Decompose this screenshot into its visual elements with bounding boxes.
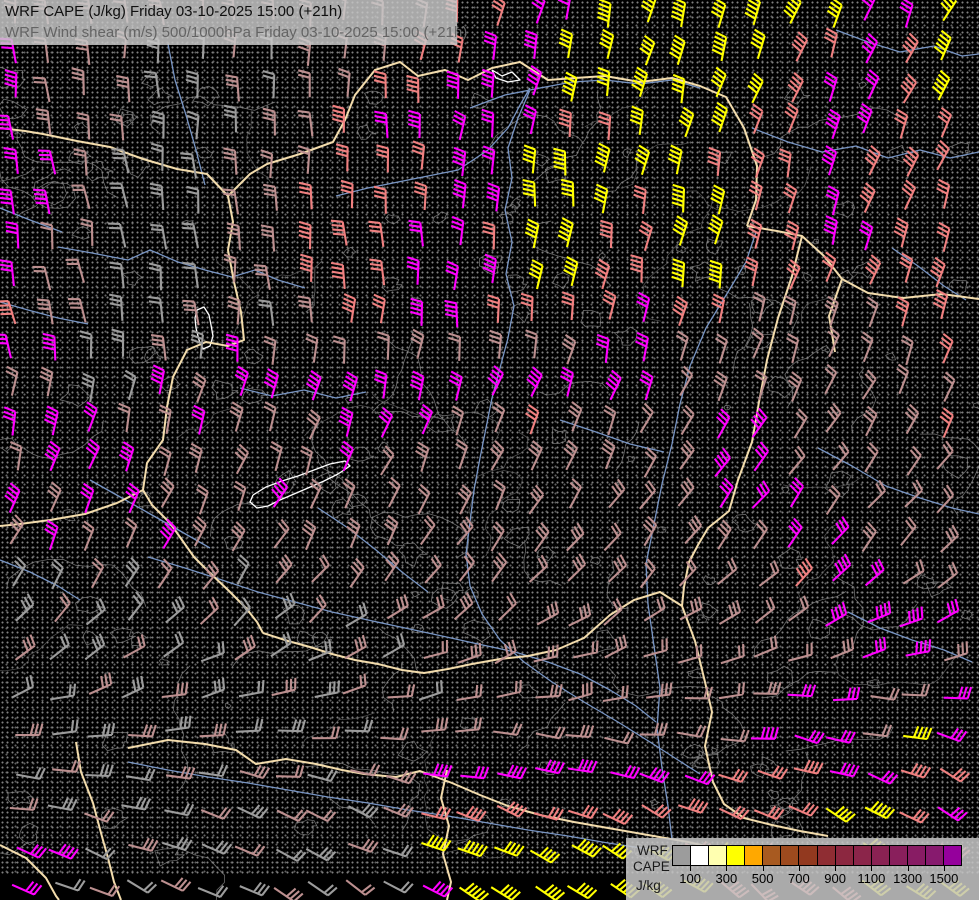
title-box: WRF CAPE (J/kg) Friday 03-10-2025 15:00 …: [0, 0, 467, 45]
wind-barbs-m: [0, 0, 973, 898]
cape-legend: WRF CAPE J/kg 100 300 500 700 900 1100 1300 150…: [626, 838, 979, 900]
weather-map: WRF CAPE (J/kg) Friday 03-10-2025 15:00 …: [0, 0, 979, 900]
colorbar-tick-label: 700: [788, 871, 810, 886]
colorbar-cell: [709, 846, 728, 865]
colorbar-cell: [781, 846, 800, 865]
colorbar-cell: [943, 846, 961, 865]
colorbar-tick-label: 1300: [893, 871, 923, 886]
colorbar-cell: [871, 846, 890, 865]
colorbar-cell: [673, 846, 692, 865]
colorbar-cell: [907, 846, 926, 865]
colorbar-cell: [925, 846, 944, 865]
colorbar-cell: [835, 846, 854, 865]
colorbar-tick-label: 500: [751, 871, 774, 886]
legend-label-cape: CAPE: [633, 859, 670, 874]
lake-outlines: [194, 69, 521, 509]
colorbar-cell: [799, 846, 818, 865]
cape-colorbar: [672, 845, 962, 866]
colorbar-cell: [853, 846, 872, 865]
colorbar-cell: [727, 846, 746, 865]
title-line-cape: WRF CAPE (J/kg) Friday 03-10-2025 15:00 …: [5, 3, 343, 20]
legend-label-unit: J/kg: [636, 878, 661, 893]
colorbar-cell: [817, 846, 836, 865]
colorbar-tick-label: 300: [715, 871, 738, 886]
title-line-shear: WRF Wind shear (m/s) 500/1000hPa Friday …: [5, 24, 468, 41]
colorbar-cell: [691, 846, 710, 865]
map-canvas: [0, 0, 979, 900]
colorbar-cell: [889, 846, 908, 865]
colorbar-tick-label: 100: [679, 871, 701, 886]
colorbar-cell: [745, 846, 764, 865]
colorbar-tick-label: 900: [824, 871, 846, 886]
colorbar-cell: [763, 846, 782, 865]
legend-label-wrf: WRF: [637, 843, 668, 858]
colorbar-tick-label: 1100: [857, 871, 886, 886]
colorbar-tick-label: 1500: [929, 871, 959, 886]
